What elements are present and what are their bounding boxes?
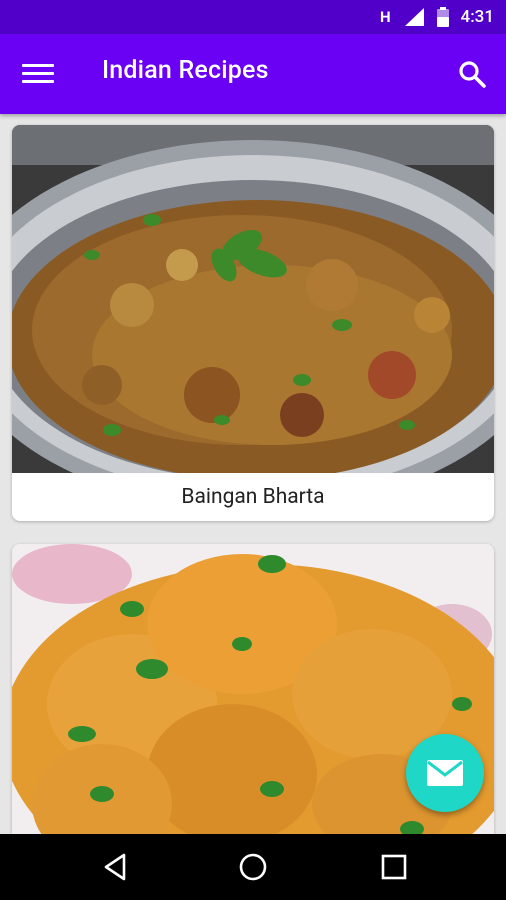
menu-icon	[22, 64, 54, 83]
page-title: Indian Recipes	[102, 56, 269, 85]
recents-button[interactable]	[378, 851, 410, 883]
back-icon	[104, 853, 126, 881]
home-icon	[239, 853, 267, 881]
status-bar: H 4:31	[0, 0, 506, 34]
email-fab-button[interactable]	[406, 734, 484, 812]
signal-icon	[404, 8, 424, 26]
navigation-bar	[0, 834, 506, 900]
menu-button[interactable]	[22, 60, 54, 88]
search-button[interactable]	[456, 58, 488, 90]
recipe-card[interactable]: Baingan Bharta	[12, 125, 494, 521]
mail-icon	[427, 760, 463, 786]
clock: 4:31	[460, 7, 494, 27]
recipe-list[interactable]: Baingan Bharta	[0, 114, 506, 834]
recents-icon	[381, 854, 407, 880]
home-button[interactable]	[237, 851, 269, 883]
app-bar: Indian Recipes	[0, 34, 506, 114]
back-button[interactable]	[100, 851, 132, 883]
recipe-title: Baingan Bharta	[181, 485, 325, 509]
baingan-bharta-photo	[12, 125, 494, 473]
network-type-label: H	[379, 8, 391, 26]
search-icon	[459, 61, 486, 88]
battery-icon	[436, 7, 449, 27]
